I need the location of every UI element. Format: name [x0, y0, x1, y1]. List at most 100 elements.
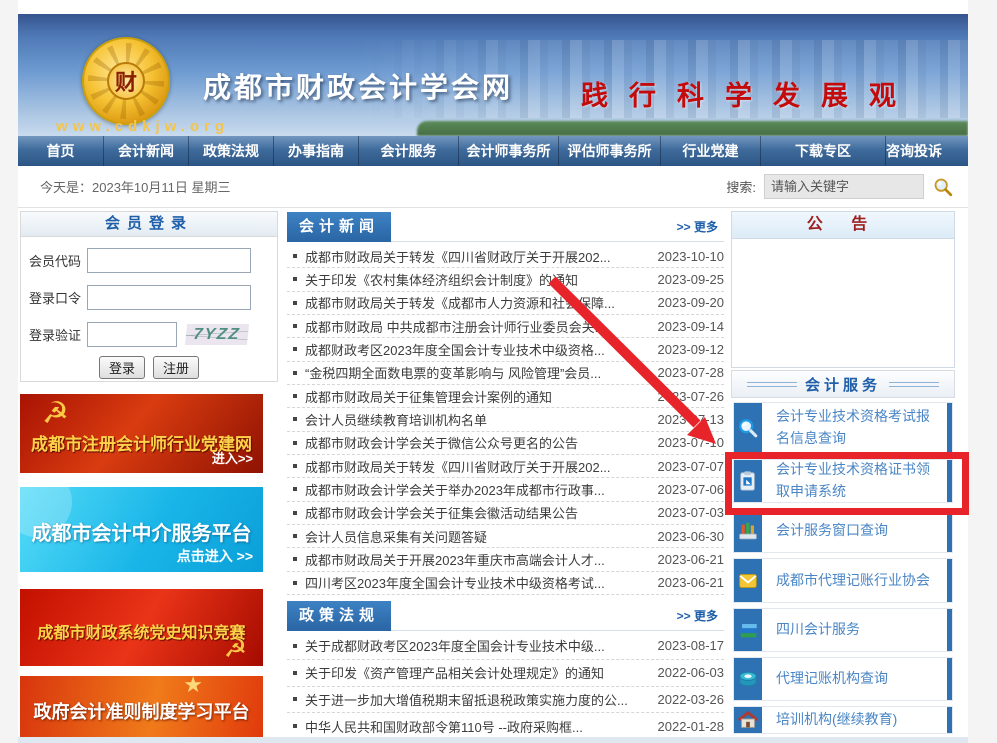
- news-link[interactable]: 成都市财政局 中共成都市注册会计师行业委员会关...: [305, 317, 650, 336]
- news-list-item: 成都财政考区2023年度全国会计专业技术中级资格... 2023-09-12: [287, 338, 724, 361]
- policy-link[interactable]: 中华人民共和国财政部令第110号 --政府采购框...: [305, 717, 650, 736]
- banner-title: 成都市会计中介服务平台: [20, 517, 263, 546]
- news-link[interactable]: 关于印发《农村集体经济组织会计制度》的通知: [305, 270, 650, 289]
- news-link[interactable]: 成都财政考区2023年度全国会计专业技术中级资格...: [305, 340, 650, 359]
- nav-tab[interactable]: 会计师事务所: [458, 136, 558, 166]
- banner-enter-link[interactable]: 进入>>: [212, 448, 253, 467]
- policy-link[interactable]: 关于印发《资产管理产品相关会计处理规定》的通知: [305, 663, 650, 682]
- service-link[interactable]: 培训机构(继续教育): [762, 707, 947, 733]
- service-link[interactable]: 成都市代理记账行业协会: [762, 568, 947, 594]
- nav-tab[interactable]: 咨询投诉: [885, 136, 942, 166]
- service-card[interactable]: 会计服务窗口查询: [733, 508, 953, 553]
- service-icon: [737, 570, 759, 592]
- captcha-image[interactable]: 7YZZ: [185, 324, 249, 345]
- horizontal-scrollbar-track[interactable]: [18, 737, 968, 743]
- service-card-edge: [947, 460, 952, 502]
- nav-tab[interactable]: 政策法规: [188, 136, 273, 166]
- policy-list: 关于成都财政考区2023年度全国会计专业技术中级... 2023-08-17 关…: [287, 633, 724, 743]
- login-button[interactable]: 登录: [99, 356, 145, 379]
- search-button[interactable]: [932, 176, 954, 198]
- policy-more-link[interactable]: >> 更多: [677, 601, 718, 631]
- banner-intermediary-platform[interactable]: 成都市会计中介服务平台 点击进入 >>: [20, 487, 263, 572]
- news-list-item: 关于印发《农村集体经济组织会计制度》的通知 2023-09-25: [287, 268, 724, 291]
- policy-link[interactable]: 关于进一步加大增值税期末留抵退税政策实施力度的公...: [305, 690, 650, 709]
- policy-link[interactable]: 关于成都财政考区2023年度全国会计专业技术中级...: [305, 636, 650, 655]
- policy-date: 2022-06-03: [658, 665, 725, 680]
- hammer-sickle-icon: ☭: [224, 633, 247, 664]
- banner-party-history-quiz[interactable]: 成都市财政系统党史知识竞赛 ☭: [20, 589, 263, 666]
- service-icon: [737, 470, 759, 492]
- captcha-input[interactable]: [87, 322, 177, 347]
- service-icon-band: [734, 707, 762, 733]
- nav-tab[interactable]: 办事指南: [273, 136, 358, 166]
- policy-section-header: 政策法规 >> 更多: [287, 601, 724, 631]
- news-date: 2023-07-07: [658, 459, 725, 474]
- nav-tab[interactable]: 首页: [18, 136, 103, 166]
- service-card[interactable]: 成都市代理记账行业协会: [733, 558, 953, 603]
- banner-gov-accounting-platform[interactable]: ★ 政府会计准则制度学习平台: [20, 676, 263, 737]
- policy-list-item: 关于成都财政考区2023年度全国会计专业技术中级... 2023-08-17: [287, 633, 724, 660]
- news-section-header: 会计新闻 >> 更多: [287, 212, 724, 242]
- bullet-icon: [293, 464, 297, 468]
- news-section-tab[interactable]: 会计新闻: [287, 212, 391, 242]
- nav-tab[interactable]: 会计新闻: [103, 136, 188, 166]
- news-date: 2023-06-21: [658, 552, 725, 567]
- nav-tab[interactable]: 行业党建: [660, 136, 760, 166]
- banner-enter-link[interactable]: 点击进入 >>: [177, 546, 253, 566]
- member-code-input[interactable]: [87, 248, 251, 273]
- news-list-item: 成都市财政局关于征集管理会计案例的通知 2023-07-26: [287, 385, 724, 408]
- service-card[interactable]: 代理记账机构查询: [733, 657, 953, 701]
- service-icon-band: [734, 403, 762, 453]
- news-date: 2023-07-26: [658, 389, 725, 404]
- service-icon-band: [734, 658, 762, 700]
- service-card[interactable]: 会计专业技术资格考试报名信息查询: [733, 402, 953, 454]
- service-link[interactable]: 会计服务窗口查询: [762, 518, 947, 544]
- site-logo[interactable]: 财: [82, 37, 170, 125]
- nav-tab[interactable]: 下载专区: [760, 136, 885, 166]
- news-link[interactable]: 成都市财政局关于转发《成都市人力资源和社会保障...: [305, 293, 650, 312]
- policy-date: 2022-01-28: [658, 719, 725, 734]
- news-link[interactable]: 会计人员信息采集有关问题答疑: [305, 527, 650, 546]
- service-card-edge: [947, 559, 952, 602]
- news-link[interactable]: 成都市财政会计学会关于微信公众号更名的公告: [305, 433, 650, 452]
- news-list-item: 成都市财政局关于开展2023年重庆市高端会计人才... 2023-06-21: [287, 548, 724, 571]
- service-icon: [737, 668, 759, 690]
- news-link[interactable]: “金税四期全面数电票的变革影响与 风险管理”会员...: [305, 363, 650, 382]
- current-date-text: 今天是：2023年10月11日 星期三: [40, 177, 231, 196]
- service-link[interactable]: 代理记账机构查询: [762, 666, 947, 692]
- news-link[interactable]: 成都市财政局关于开展2023年重庆市高端会计人才...: [305, 550, 650, 569]
- password-label: 登录口令: [29, 288, 87, 307]
- service-card[interactable]: 培训机构(继续教育): [733, 706, 953, 734]
- nav-tab[interactable]: 评估师事务所: [558, 136, 660, 166]
- register-button[interactable]: 注册: [153, 356, 199, 379]
- decorative-line: [889, 382, 939, 387]
- header-banner: 财 成都市财政会计学会网 www.cdkjw.org 践行科学发展观: [18, 14, 968, 136]
- service-card-edge: [947, 658, 952, 700]
- news-link[interactable]: 成都市财政局关于转发《四川省财政厅关于开展202...: [305, 247, 650, 266]
- logo-character: 财: [107, 62, 145, 100]
- bullet-icon: [293, 324, 297, 328]
- password-input[interactable]: [87, 285, 251, 310]
- service-link[interactable]: 会计专业技术资格证书领取申请系统: [762, 457, 947, 504]
- policy-section-tab[interactable]: 政策法规: [287, 601, 391, 631]
- login-buttons-row: 登录 注册: [21, 356, 277, 379]
- banner-party-building[interactable]: ☭ 成都市注册会计师行业党建网 进入>>: [20, 394, 263, 473]
- bullet-icon: [293, 441, 297, 445]
- news-link[interactable]: 成都市财政局关于征集管理会计案例的通知: [305, 387, 650, 406]
- news-link[interactable]: 成都市财政会计学会关于举办2023年成都市行政事...: [305, 480, 650, 499]
- news-link[interactable]: 会计人员继续教育培训机构名单: [305, 410, 650, 429]
- page: 财 成都市财政会计学会网 www.cdkjw.org 践行科学发展观 首页 会计…: [0, 0, 997, 743]
- service-link[interactable]: 会计专业技术资格考试报名信息查询: [762, 404, 947, 451]
- news-more-link[interactable]: >> 更多: [677, 212, 718, 242]
- service-link[interactable]: 四川会计服务: [762, 617, 947, 643]
- news-list-item: 会计人员继续教育培训机构名单 2023-07-13: [287, 408, 724, 431]
- news-link[interactable]: 成都市财政会计学会关于征集会徽活动结果公告: [305, 503, 650, 522]
- bullet-icon: [293, 557, 297, 561]
- service-card[interactable]: 会计专业技术资格证书领取申请系统: [733, 459, 953, 503]
- decorative-line: [747, 382, 797, 387]
- search-input[interactable]: [764, 174, 924, 199]
- news-link[interactable]: 成都市财政局关于转发《四川省财政厅关于开展202...: [305, 457, 650, 476]
- service-card[interactable]: 四川会计服务: [733, 608, 953, 652]
- news-link[interactable]: 四川考区2023年度全国会计专业技术中级资格考试...: [305, 573, 650, 592]
- nav-tab[interactable]: 会计服务: [358, 136, 458, 166]
